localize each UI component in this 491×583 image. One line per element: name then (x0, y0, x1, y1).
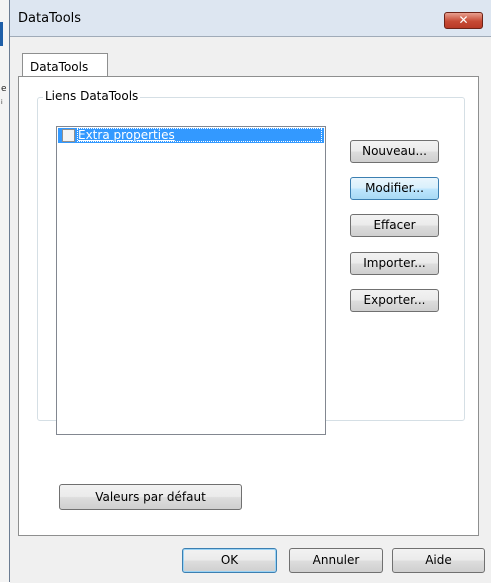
links-listbox[interactable]: Extra properties (56, 126, 326, 435)
window-title: DataTools (18, 11, 82, 26)
datatools-links-group: Liens DataTools Extra properties Nouveau… (37, 89, 465, 435)
delete-button[interactable]: Effacer (350, 214, 439, 237)
dialog-client-area: DataTools Liens DataTools Extra properti… (10, 36, 491, 583)
new-button[interactable]: Nouveau... (350, 140, 439, 163)
group-title: Liens DataTools (43, 89, 141, 103)
list-item[interactable]: Extra properties (58, 128, 324, 143)
export-button[interactable]: Exporter... (350, 289, 439, 312)
item-checkbox[interactable] (62, 129, 75, 142)
tab-datatools[interactable]: DataTools (22, 53, 108, 77)
cancel-button[interactable]: Annuler (289, 548, 383, 573)
title-bar[interactable]: DataTools ✕ (10, 0, 491, 32)
import-button[interactable]: Importer... (350, 252, 439, 275)
close-button[interactable]: ✕ (444, 12, 483, 29)
tab-panel: Liens DataTools Extra properties Nouveau… (18, 76, 479, 536)
desktop-text-fragment: e (1, 84, 7, 94)
desktop-text-fragment-small: i (1, 99, 3, 106)
focus-rectangle (77, 128, 322, 142)
datatools-dialog: DataTools ✕ DataTools Liens DataTools Ex… (9, 0, 491, 583)
desktop-window-edge (0, 22, 3, 46)
help-button[interactable]: Aide (392, 548, 485, 573)
restore-defaults-button[interactable]: Valeurs par défaut (59, 484, 242, 510)
desktop-background: e i (0, 0, 9, 582)
close-icon: ✕ (458, 13, 469, 27)
ok-button[interactable]: OK (182, 548, 277, 573)
edit-button[interactable]: Modifier... (350, 177, 439, 200)
